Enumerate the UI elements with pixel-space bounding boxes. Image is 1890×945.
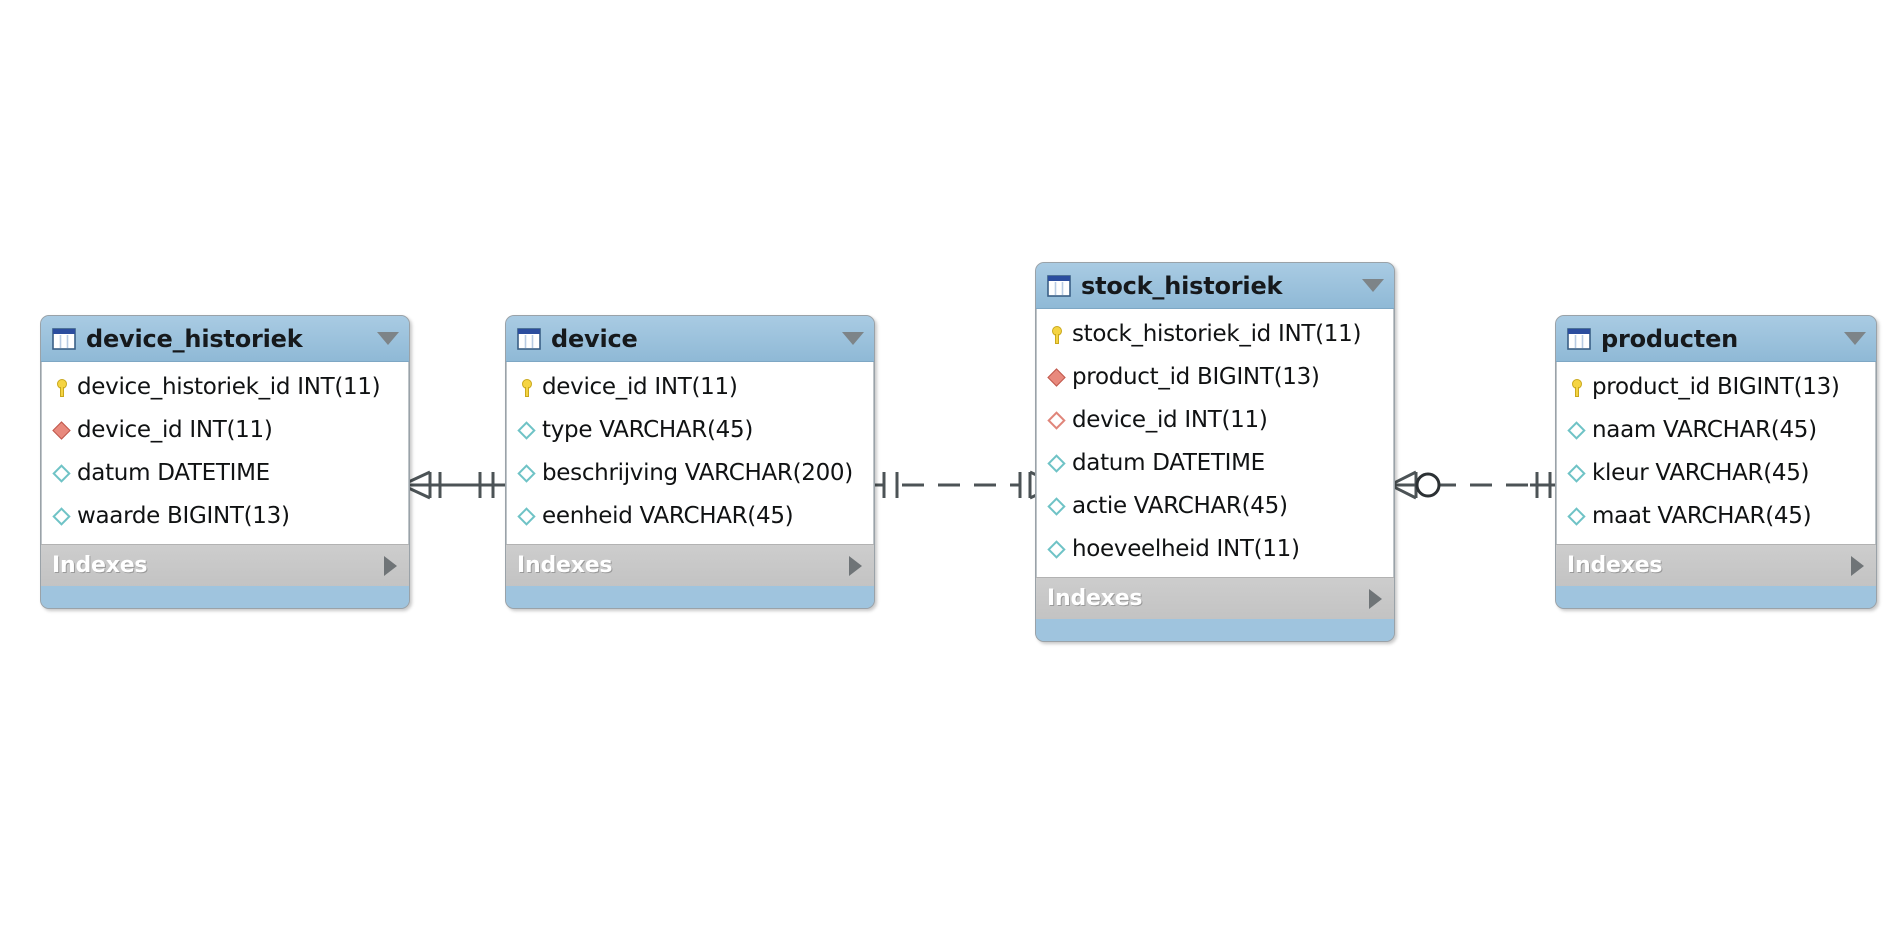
indexes-label: Indexes	[1047, 585, 1143, 611]
foreign-key-icon	[51, 420, 73, 442]
primary-key-icon	[1566, 377, 1588, 399]
table-row[interactable]: device_id INT(11)	[1037, 399, 1393, 442]
table-row[interactable]: hoeveelheid INT(11)	[1037, 528, 1393, 571]
column-label: maat VARCHAR(45)	[1592, 503, 1812, 529]
table-row[interactable]: waarde BIGINT(13)	[42, 495, 408, 538]
column-label: device_id INT(11)	[542, 374, 738, 400]
column-icon	[51, 506, 73, 528]
table-row[interactable]: type VARCHAR(45)	[507, 409, 873, 452]
table-columns: device_historiek_id INT(11) device_id IN…	[41, 362, 409, 544]
column-icon	[1566, 506, 1588, 528]
primary-key-icon	[1046, 324, 1068, 346]
column-label: product_id BIGINT(13)	[1072, 364, 1320, 390]
indexes-label: Indexes	[52, 552, 148, 578]
column-label: type VARCHAR(45)	[542, 417, 754, 443]
table-row[interactable]: eenheid VARCHAR(45)	[507, 495, 873, 538]
column-label: eenheid VARCHAR(45)	[542, 503, 794, 529]
table-icon	[52, 327, 76, 350]
column-label: device_id INT(11)	[77, 417, 273, 443]
column-label: stock_historiek_id INT(11)	[1072, 321, 1362, 347]
chevron-right-icon[interactable]	[849, 555, 862, 576]
table-row[interactable]: actie VARCHAR(45)	[1037, 485, 1393, 528]
table-header[interactable]: device	[506, 316, 874, 362]
table-row[interactable]: datum DATETIME	[1037, 442, 1393, 485]
chevron-down-icon[interactable]	[377, 332, 399, 345]
indexes-section[interactable]: Indexes	[1556, 544, 1876, 586]
table-row[interactable]: device_historiek_id INT(11)	[42, 366, 408, 409]
indexes-section[interactable]: Indexes	[41, 544, 409, 586]
table-producten[interactable]: producten product_id BIGINT(13) naam VAR…	[1555, 315, 1877, 609]
foreign-key-null-icon	[1046, 410, 1068, 432]
table-row[interactable]: maat VARCHAR(45)	[1557, 495, 1875, 538]
table-row[interactable]: device_id INT(11)	[42, 409, 408, 452]
chevron-down-icon[interactable]	[1844, 332, 1866, 345]
table-device-historiek[interactable]: device_historiek device_historiek_id INT…	[40, 315, 410, 609]
table-icon	[517, 327, 541, 350]
column-label: datum DATETIME	[1072, 450, 1265, 476]
table-row[interactable]: device_id INT(11)	[507, 366, 873, 409]
indexes-section[interactable]: Indexes	[506, 544, 874, 586]
chevron-down-icon[interactable]	[1362, 279, 1384, 292]
table-stock-historiek[interactable]: stock_historiek stock_historiek_id INT(1…	[1035, 262, 1395, 642]
chevron-right-icon[interactable]	[1851, 555, 1864, 576]
table-row[interactable]: datum DATETIME	[42, 452, 408, 495]
foreign-key-icon	[1046, 367, 1068, 389]
column-icon	[516, 506, 538, 528]
column-label: device_id INT(11)	[1072, 407, 1268, 433]
table-header[interactable]: stock_historiek	[1036, 263, 1394, 309]
table-icon	[1047, 274, 1071, 297]
table-columns: product_id BIGINT(13) naam VARCHAR(45) k…	[1556, 362, 1876, 544]
table-title: producten	[1601, 324, 1739, 353]
column-icon	[1046, 496, 1068, 518]
column-label: beschrijving VARCHAR(200)	[542, 460, 853, 486]
column-label: datum DATETIME	[77, 460, 270, 486]
chevron-right-icon[interactable]	[1369, 588, 1382, 609]
relationship-device-historiek-device[interactable]	[400, 460, 520, 510]
relationship-device-stock-historiek[interactable]	[870, 460, 1060, 510]
table-footer	[41, 586, 409, 608]
column-label: waarde BIGINT(13)	[77, 503, 290, 529]
table-header[interactable]: device_historiek	[41, 316, 409, 362]
primary-key-icon	[516, 377, 538, 399]
column-label: product_id BIGINT(13)	[1592, 374, 1840, 400]
table-columns: device_id INT(11) type VARCHAR(45) besch…	[506, 362, 874, 544]
column-icon	[51, 463, 73, 485]
column-icon	[516, 420, 538, 442]
table-title: device	[551, 324, 638, 353]
column-label: hoeveelheid INT(11)	[1072, 536, 1300, 562]
table-icon	[1567, 327, 1591, 350]
table-footer	[1036, 619, 1394, 641]
table-footer	[506, 586, 874, 608]
chevron-right-icon[interactable]	[384, 555, 397, 576]
primary-key-icon	[51, 377, 73, 399]
column-label: naam VARCHAR(45)	[1592, 417, 1817, 443]
table-device[interactable]: device device_id INT(11) type VARCHAR(45…	[505, 315, 875, 609]
table-title: stock_historiek	[1081, 271, 1283, 300]
table-row[interactable]: naam VARCHAR(45)	[1557, 409, 1875, 452]
table-columns: stock_historiek_id INT(11) product_id BI…	[1036, 309, 1394, 577]
table-row[interactable]: product_id BIGINT(13)	[1557, 366, 1875, 409]
relationship-stock-historiek-producten[interactable]	[1390, 460, 1565, 510]
indexes-label: Indexes	[517, 552, 613, 578]
column-icon	[516, 463, 538, 485]
table-row[interactable]: kleur VARCHAR(45)	[1557, 452, 1875, 495]
table-footer	[1556, 586, 1876, 608]
indexes-section[interactable]: Indexes	[1036, 577, 1394, 619]
column-icon	[1566, 420, 1588, 442]
column-label: actie VARCHAR(45)	[1072, 493, 1288, 519]
table-row[interactable]: product_id BIGINT(13)	[1037, 356, 1393, 399]
table-row[interactable]: beschrijving VARCHAR(200)	[507, 452, 873, 495]
column-label: kleur VARCHAR(45)	[1592, 460, 1810, 486]
table-row[interactable]: stock_historiek_id INT(11)	[1037, 313, 1393, 356]
table-title: device_historiek	[86, 324, 303, 353]
chevron-down-icon[interactable]	[842, 332, 864, 345]
column-label: device_historiek_id INT(11)	[77, 374, 381, 400]
column-icon	[1566, 463, 1588, 485]
column-icon	[1046, 539, 1068, 561]
table-header[interactable]: producten	[1556, 316, 1876, 362]
indexes-label: Indexes	[1567, 552, 1663, 578]
column-icon	[1046, 453, 1068, 475]
erd-canvas[interactable]: device_historiek device_historiek_id INT…	[0, 0, 1890, 945]
